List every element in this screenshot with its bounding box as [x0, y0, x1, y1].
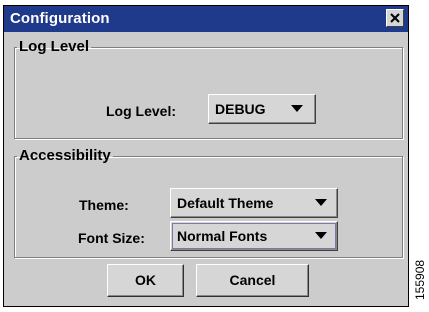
accessibility-group: Accessibility Theme: Default Theme Font …: [14, 148, 403, 258]
ok-button[interactable]: OK: [107, 264, 184, 297]
font-size-value: Normal Fonts: [177, 228, 268, 244]
log-level-value: DEBUG: [215, 101, 266, 117]
chevron-down-icon: [315, 232, 327, 239]
font-size-label: Font Size:: [78, 230, 145, 246]
theme-label: Theme:: [79, 197, 129, 213]
log-level-group-legend: Log Level: [19, 38, 90, 55]
window-title: Configuration: [10, 10, 110, 27]
font-size-select[interactable]: Normal Fonts: [170, 221, 338, 251]
chevron-down-icon: [291, 105, 303, 112]
theme-select[interactable]: Default Theme: [170, 188, 338, 218]
log-level-select[interactable]: DEBUG: [208, 94, 316, 124]
configuration-dialog: Configuration Log Level Log Level: DEBUG…: [3, 5, 409, 307]
accessibility-group-legend: Accessibility: [19, 147, 111, 164]
figure-id: 155908: [413, 259, 427, 300]
log-level-group: Log Level Log Level: DEBUG: [14, 39, 403, 139]
cancel-button[interactable]: Cancel: [196, 264, 309, 297]
close-button[interactable]: [386, 9, 404, 27]
theme-value: Default Theme: [177, 195, 274, 211]
log-level-label: Log Level:: [106, 103, 177, 119]
close-icon: [390, 13, 400, 23]
title-bar: Configuration: [4, 6, 408, 32]
chevron-down-icon: [315, 199, 327, 206]
